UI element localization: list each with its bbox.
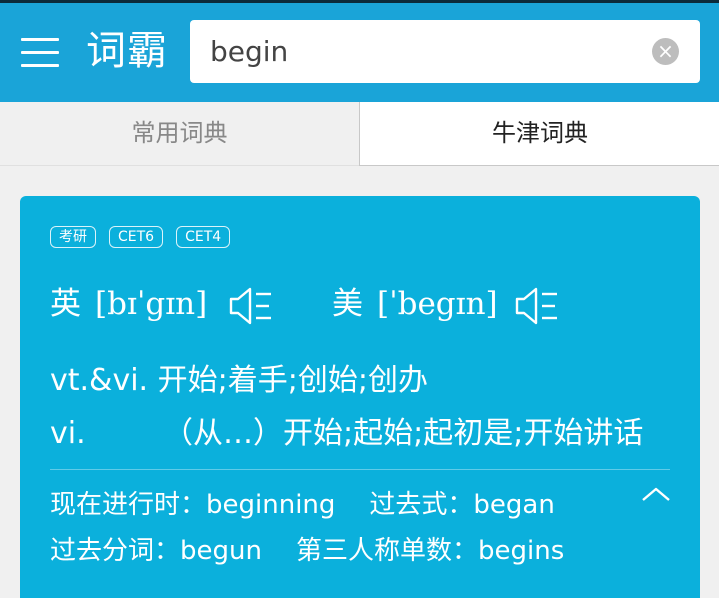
- phonetic-text: [bɪˈgɪn]: [95, 286, 208, 322]
- form-value: began: [473, 490, 555, 520]
- exam-tag: CET4: [176, 226, 231, 248]
- form-label: 过去分词：: [50, 536, 181, 566]
- form-label: 过去式：: [369, 490, 474, 520]
- form-value: begins: [478, 536, 565, 566]
- dictionary-tabs: 常用词典 牛津词典: [0, 102, 719, 166]
- exam-tags: 考研 CET6 CET4: [50, 226, 243, 248]
- part-of-speech: vi.: [50, 416, 86, 451]
- word-card: 考研 CET6 CET4 英 [bɪˈgɪn] 美 [ˈbegɪn] vt.&vi. 开…: [20, 196, 700, 598]
- search-box: ×: [190, 20, 700, 83]
- pronunciation-lang: 英: [50, 286, 81, 322]
- definition-row: vi. （从…）开始;起始;起初是;开始讲话: [50, 407, 690, 460]
- status-edge: [0, 0, 719, 3]
- phonetic-text: [ˈbegɪn]: [377, 286, 498, 322]
- tab-common-dictionary[interactable]: 常用词典: [0, 102, 359, 166]
- form-value: begun: [180, 536, 262, 566]
- definition-text: 开始;着手;创始;创办: [157, 363, 428, 398]
- pronunciation-uk: 英 [bɪˈgɪn]: [50, 280, 207, 328]
- speaker-icon[interactable]: [228, 286, 274, 326]
- definition-row: vt.&vi. 开始;着手;创始;创办: [50, 354, 690, 407]
- form-label: 第三人称单数：: [295, 536, 478, 566]
- word-forms-row: 过去分词：begun 第三人称单数：begins: [50, 528, 670, 574]
- menu-icon[interactable]: [21, 38, 59, 68]
- word-forms: 现在进行时：beginning 过去式：began 过去分词：begun 第三人称单…: [50, 482, 670, 574]
- exam-tag: CET6: [109, 226, 164, 248]
- app-logo: 词霸: [86, 28, 168, 74]
- form-value: beginning: [206, 490, 336, 520]
- search-input[interactable]: [210, 20, 640, 83]
- top-bar: 词霸 ×: [0, 0, 719, 102]
- tab-oxford-dictionary[interactable]: 牛津词典: [359, 102, 719, 166]
- part-of-speech: vt.&vi.: [50, 363, 149, 398]
- clear-search-icon[interactable]: ×: [652, 38, 679, 65]
- definitions: vt.&vi. 开始;着手;创始;创办 vi. （从…）开始;起始;起初是;开始讲…: [50, 354, 690, 460]
- pronunciation-us: 美 [ˈbegɪn]: [332, 280, 498, 328]
- exam-tag: 考研: [50, 226, 96, 248]
- word-forms-row: 现在进行时：beginning 过去式：began: [50, 482, 670, 528]
- definition-text: （从…）开始;起始;起初是;开始讲话: [163, 416, 644, 451]
- divider: [50, 469, 670, 470]
- speaker-icon[interactable]: [514, 286, 560, 326]
- pronunciation-lang: 美: [332, 286, 363, 322]
- form-label: 现在进行时：: [50, 490, 207, 520]
